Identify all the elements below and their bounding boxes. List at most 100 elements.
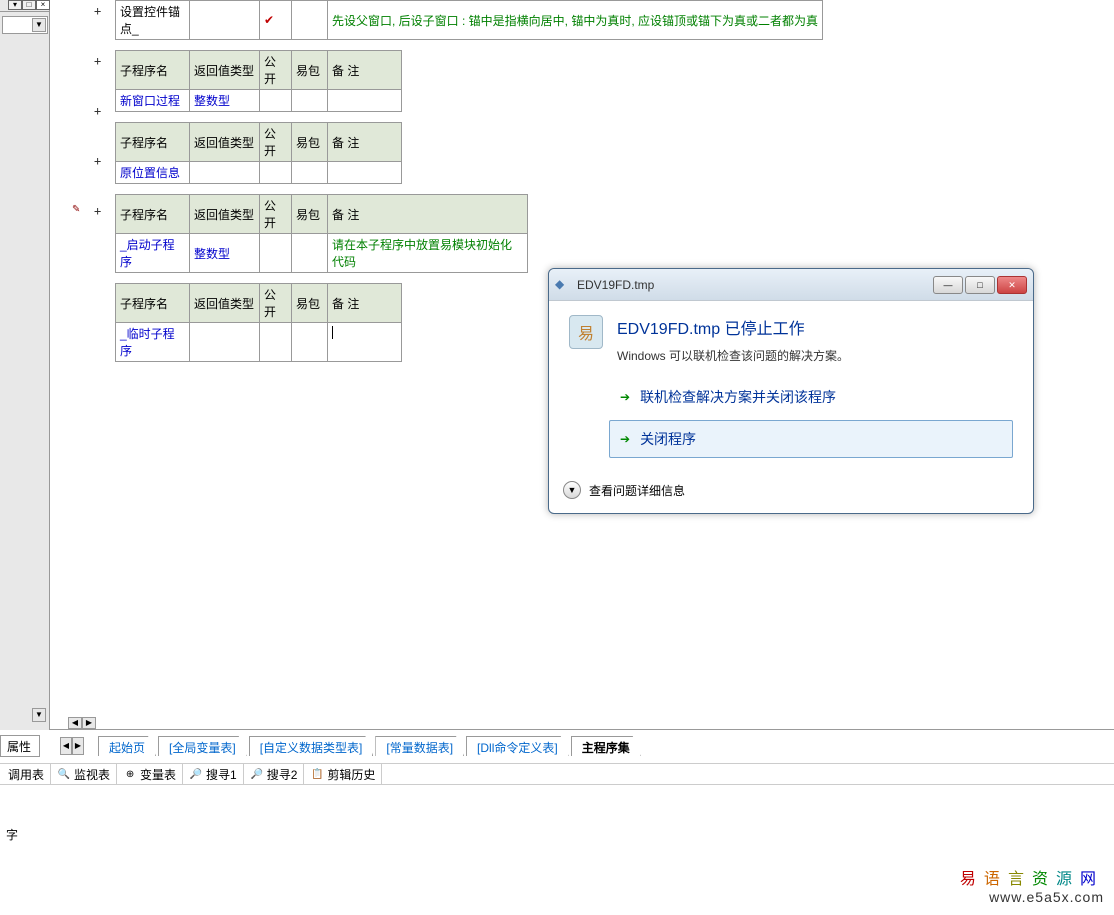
tool-search2[interactable]: 🔎搜寻2 <box>244 764 305 784</box>
subroutine-table: 子程序名 返回值类型 公开 易包 备 注 _临时子程序 <box>115 283 402 362</box>
tool-label: 变量表 <box>140 766 176 783</box>
cell-public[interactable] <box>260 234 292 273</box>
cell-package[interactable] <box>292 323 328 362</box>
panel-titlebar: ▾ □ × <box>0 0 50 12</box>
panel-minimize-button[interactable]: ▾ <box>8 0 22 10</box>
crash-dialog: ◆ EDV19FD.tmp — □ ✕ 易 EDV19FD.tmp 已停止工作 … <box>548 268 1034 514</box>
dropdown-arrow-icon: ▼ <box>32 18 46 32</box>
action-close-program[interactable]: ➔ 关闭程序 <box>609 420 1013 458</box>
find-icon: 🔎 <box>189 767 203 781</box>
cell-public[interactable] <box>260 90 292 112</box>
tool-var-table[interactable]: ⊕变量表 <box>117 764 183 784</box>
cell-note[interactable] <box>328 162 402 184</box>
find-icon: 🔎 <box>250 767 264 781</box>
panel-dropdown[interactable]: ▼ <box>2 16 48 34</box>
cell-package[interactable] <box>292 234 328 273</box>
tool-label: 剪辑历史 <box>327 766 375 783</box>
dialog-titlebar[interactable]: ◆ EDV19FD.tmp — □ ✕ <box>549 269 1033 301</box>
col-header-note: 备 注 <box>328 123 402 162</box>
cell-public[interactable] <box>260 162 292 184</box>
tab-main-program-set[interactable]: 主程序集 <box>571 736 641 756</box>
tool-watch-table[interactable]: 🔍监视表 <box>51 764 117 784</box>
tab-scroll-left[interactable]: ◀ <box>60 737 72 755</box>
app-small-icon: ◆ <box>555 277 571 293</box>
col-header-name: 子程序名 <box>116 123 190 162</box>
col-header-name: 子程序名 <box>116 284 190 323</box>
cell-return-type[interactable] <box>190 1 260 40</box>
tool-call-table[interactable]: 调用表 <box>2 764 51 784</box>
col-header-package: 易包 <box>292 51 328 90</box>
cell-public[interactable] <box>260 323 292 362</box>
cell-name[interactable]: _启动子程序 <box>116 234 190 273</box>
action-label: 关闭程序 <box>640 429 696 449</box>
expand-marker[interactable]: + <box>94 154 106 168</box>
expand-marker[interactable]: + <box>94 204 106 218</box>
panel-close-button[interactable]: × <box>36 0 50 10</box>
cell-name[interactable]: 新窗口过程 <box>116 90 190 112</box>
tool-label: 监视表 <box>74 766 110 783</box>
panel-scroll-down[interactable]: ▼ <box>32 708 46 722</box>
cell-return-type[interactable] <box>190 162 260 184</box>
view-details-toggle[interactable]: ▼ 查看问题详细信息 <box>563 481 685 499</box>
details-label: 查看问题详细信息 <box>589 482 685 499</box>
tool-label: 搜寻1 <box>206 766 237 783</box>
col-header-public: 公开 <box>260 195 292 234</box>
cell-name[interactable]: _临时子程序 <box>116 323 190 362</box>
action-check-online[interactable]: ➔ 联机检查解决方案并关闭该程序 <box>609 378 1013 416</box>
cell-name[interactable]: 设置控件锚点_ <box>116 1 190 40</box>
tab-nav: ◀ ▶ <box>60 737 84 755</box>
watermark-text: 易语言资源网 <box>960 865 1104 889</box>
table-row: 设置控件锚点_ ✔ 先设父窗口, 后设子窗口 : 锚中是指横向居中, 锚中为真时… <box>115 0 823 40</box>
col-header-public: 公开 <box>260 51 292 90</box>
document-tab-strip: ◀ ▶ 起始页 [全局变量表] [自定义数据类型表] [常量数据表] [Dll命… <box>60 735 643 757</box>
panel-restore-button[interactable]: □ <box>22 0 36 10</box>
expand-marker[interactable]: + <box>94 54 106 68</box>
action-label: 联机检查解决方案并关闭该程序 <box>640 387 836 407</box>
col-header-return: 返回值类型 <box>190 123 260 162</box>
col-header-note: 备 注 <box>328 195 528 234</box>
cell-public-checked[interactable]: ✔ <box>260 1 292 40</box>
col-header-public: 公开 <box>260 123 292 162</box>
dialog-heading: EDV19FD.tmp 已停止工作 <box>617 315 849 339</box>
dialog-maximize-button[interactable]: □ <box>965 276 995 294</box>
tab-custom-types[interactable]: [自定义数据类型表] <box>249 736 374 756</box>
tab-dll-commands[interactable]: [Dll命令定义表] <box>466 736 569 756</box>
cell-return-type[interactable]: 整数型 <box>190 90 260 112</box>
table-row: _临时子程序 <box>116 323 402 362</box>
scroll-left-button[interactable]: ◀ <box>68 717 82 729</box>
property-tab[interactable]: 属性 <box>0 735 40 757</box>
cell-package[interactable] <box>292 1 328 40</box>
expand-marker[interactable]: + <box>94 4 106 18</box>
cell-note-editing[interactable] <box>328 323 402 362</box>
cell-return-type[interactable] <box>190 323 260 362</box>
cell-package[interactable] <box>292 162 328 184</box>
tab-constants[interactable]: [常量数据表] <box>375 736 464 756</box>
dialog-close-button[interactable]: ✕ <box>997 276 1027 294</box>
tab-global-vars[interactable]: [全局变量表] <box>158 736 247 756</box>
cell-note[interactable]: 请在本子程序中放置易模块初始化代码 <box>328 234 528 273</box>
horizontal-scrollbar[interactable]: ◀ ▶ <box>68 717 168 729</box>
status-text: 字 <box>6 828 18 842</box>
edit-pencil-icon: ✎ <box>72 204 80 215</box>
cell-package[interactable] <box>292 90 328 112</box>
cell-note[interactable]: 先设父窗口, 后设子窗口 : 锚中是指横向居中, 锚中为真时, 应设锚顶或锚下为… <box>328 1 823 40</box>
tab-start-page[interactable]: 起始页 <box>98 736 156 756</box>
col-header-public: 公开 <box>260 284 292 323</box>
scroll-right-button[interactable]: ▶ <box>82 717 96 729</box>
tab-scroll-right[interactable]: ▶ <box>72 737 84 755</box>
cell-note[interactable] <box>328 90 402 112</box>
table-row: 原位置信息 <box>116 162 402 184</box>
dialog-minimize-button[interactable]: — <box>933 276 963 294</box>
status-area: 字 <box>0 820 1114 849</box>
tool-edit-history[interactable]: 📋剪辑历史 <box>304 764 382 784</box>
col-header-return: 返回值类型 <box>190 284 260 323</box>
arrow-right-icon: ➔ <box>620 390 630 404</box>
chevron-down-icon: ▼ <box>563 481 581 499</box>
col-header-package: 易包 <box>292 123 328 162</box>
watermark: 易语言资源网 www.e5a5x.com <box>960 865 1104 905</box>
editor-gutter: + + + + ✎ + <box>50 0 115 729</box>
expand-marker[interactable]: + <box>94 104 106 118</box>
cell-name[interactable]: 原位置信息 <box>116 162 190 184</box>
tool-search1[interactable]: 🔎搜寻1 <box>183 764 244 784</box>
cell-return-type[interactable]: 整数型 <box>190 234 260 273</box>
